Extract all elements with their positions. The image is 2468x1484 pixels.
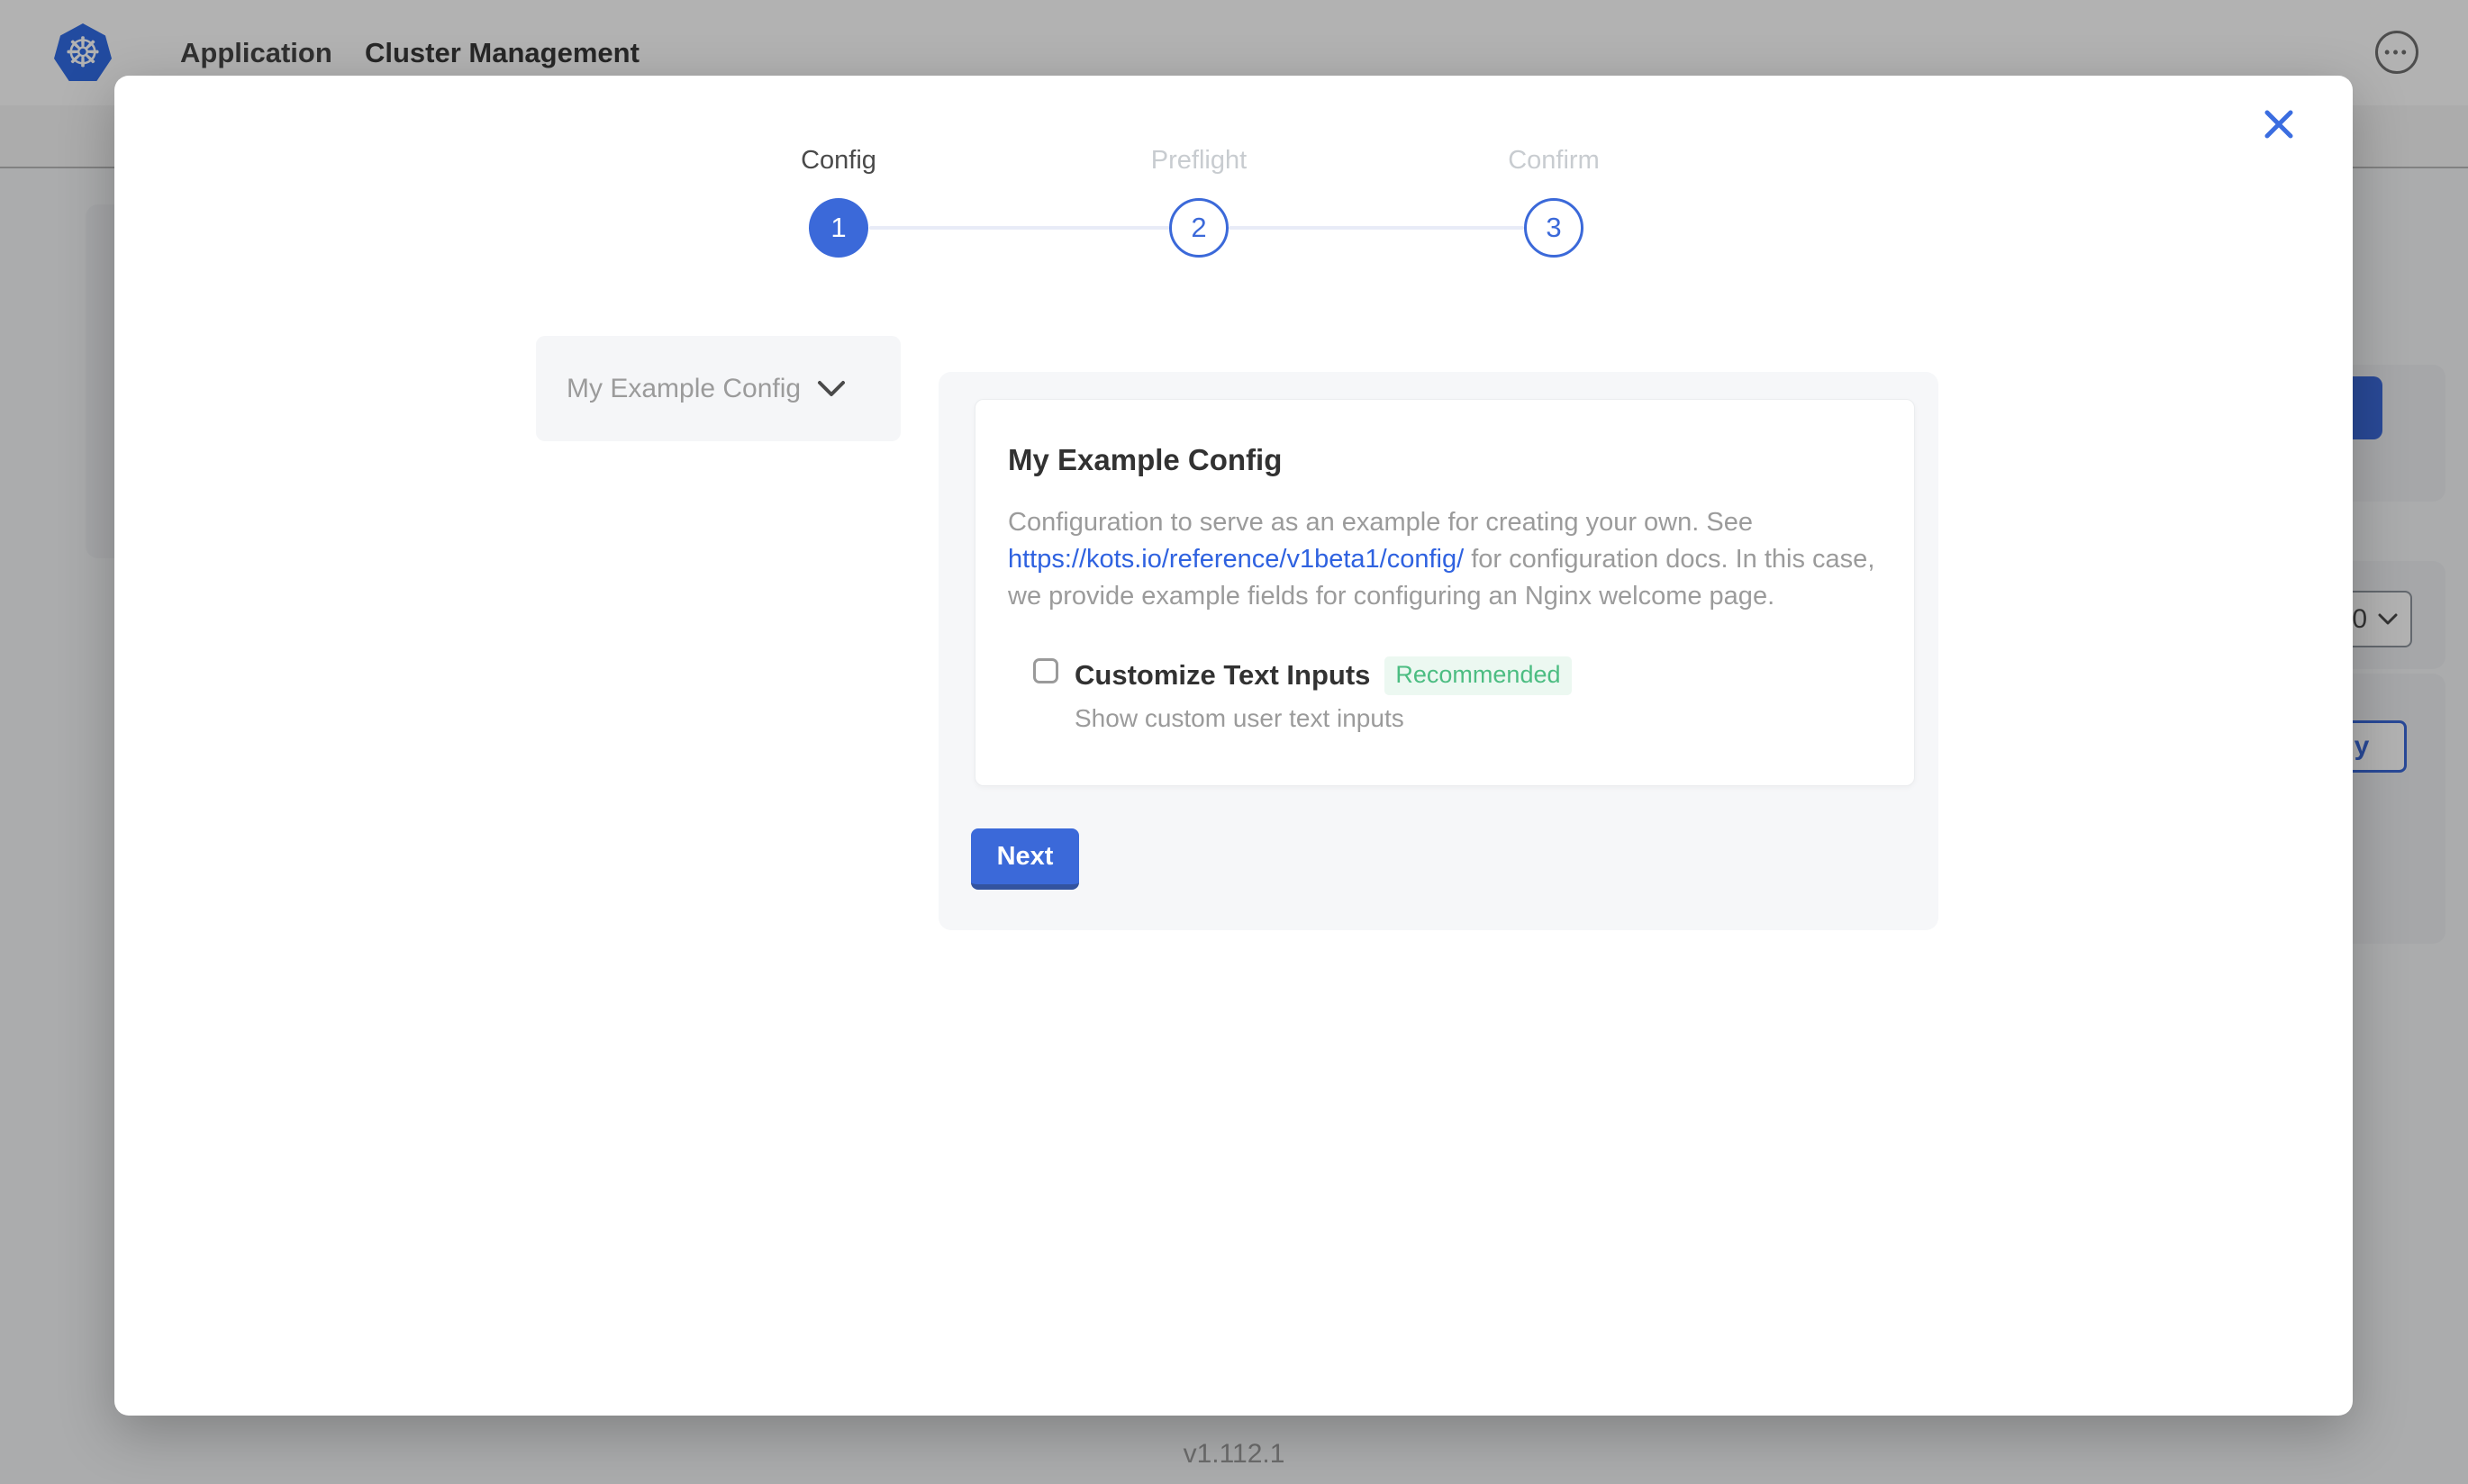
config-docs-link[interactable]: https://kots.io/reference/v1beta1/config… <box>1008 545 1464 574</box>
config-wizard-modal: Config Preflight Confirm 1 2 3 My Exampl… <box>114 76 2353 1416</box>
step-number: 3 <box>1546 212 1561 244</box>
next-button[interactable]: Next <box>971 828 1079 890</box>
recommended-badge: Recommended <box>1384 656 1571 695</box>
config-group-description: Configuration to serve as an example for… <box>1008 504 1877 615</box>
step-connector-2 <box>1229 226 1524 230</box>
checkbox-label[interactable]: Customize Text Inputs <box>1075 659 1370 691</box>
step-connector-1 <box>869 226 1170 230</box>
config-group-title: My Example Config <box>1008 443 1882 477</box>
modal-close-button[interactable] <box>2255 101 2302 148</box>
chevron-down-icon <box>817 380 846 398</box>
config-field-texts: Customize Text Inputs Recommended <box>1075 656 1572 695</box>
step-label-confirm: Confirm <box>1419 146 1689 176</box>
config-panel: My Example Config Configuration to serve… <box>939 372 1938 930</box>
config-field-row: Customize Text Inputs Recommended <box>1033 656 1882 695</box>
description-text: Configuration to serve as an example for… <box>1008 508 1753 537</box>
customize-text-inputs-checkbox[interactable] <box>1033 658 1058 683</box>
config-group-label: My Example Config <box>567 374 801 404</box>
step-number: 2 <box>1191 212 1206 244</box>
config-group-selector[interactable]: My Example Config <box>536 336 901 441</box>
config-group-card: My Example Config Configuration to serve… <box>975 399 1915 786</box>
close-icon <box>2263 108 2295 140</box>
step-circle-1: 1 <box>809 198 868 258</box>
step-circle-2: 2 <box>1169 198 1229 258</box>
step-circle-3: 3 <box>1524 198 1583 258</box>
step-label-preflight: Preflight <box>1064 146 1334 176</box>
step-number: 1 <box>830 212 846 244</box>
screen: ☸ Application Cluster Management ••• 0 y <box>0 0 2468 1484</box>
step-label-config: Config <box>703 146 974 176</box>
checkbox-help-text: Show custom user text inputs <box>1075 704 1882 733</box>
